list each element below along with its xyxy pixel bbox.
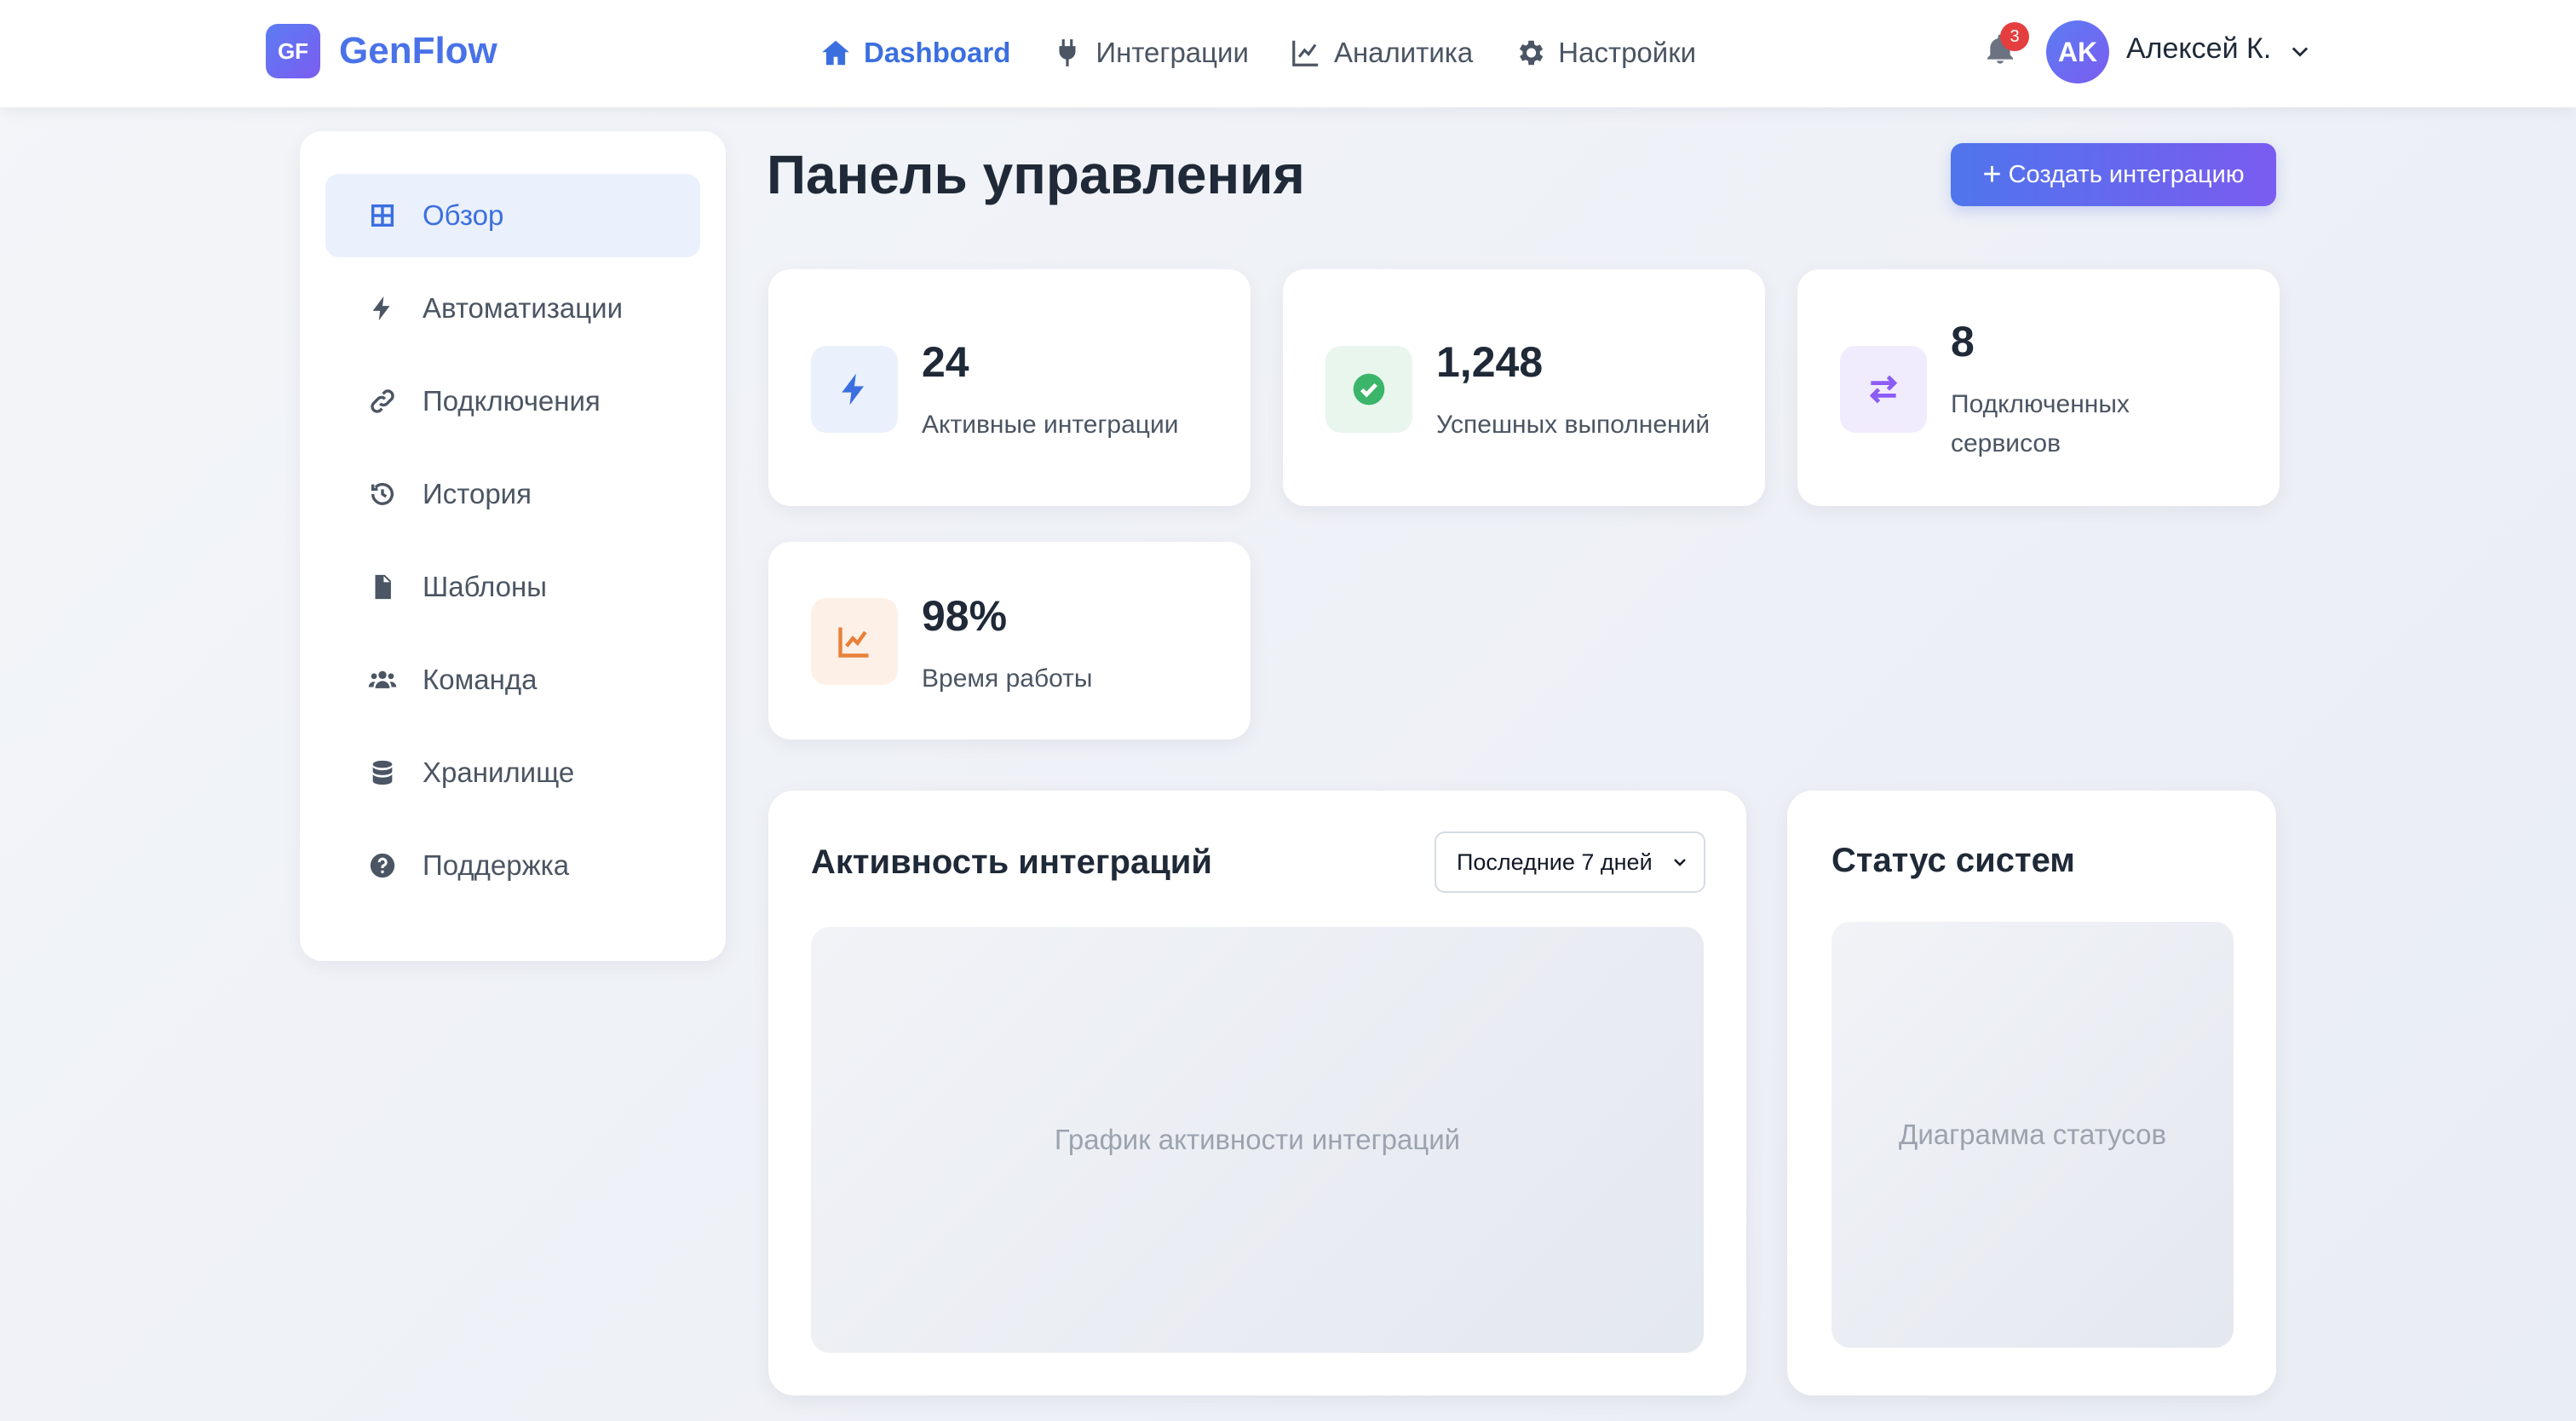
- sidebar-item-label: Обзор: [423, 199, 504, 231]
- stat-icon-box: [1325, 346, 1412, 433]
- nav-item-settings[interactable]: Настройки: [1514, 37, 1696, 69]
- chevron-down-icon[interactable]: [2288, 39, 2312, 63]
- sidebar-item-label: Команда: [423, 664, 538, 695]
- activity-panel: Активность интеграций Последние 7 дней Г…: [768, 791, 1746, 1395]
- sidebar-item-label: Автоматизации: [423, 292, 624, 324]
- stat-value: 8: [1951, 318, 1975, 365]
- status-chart-placeholder: Диаграмма статусов: [1831, 922, 2234, 1348]
- grid-icon: [371, 204, 394, 227]
- activity-title: Активность интеграций: [811, 843, 1212, 881]
- bolt-icon: [372, 296, 390, 321]
- stat-icon-box: [811, 598, 898, 685]
- database-icon: [372, 760, 393, 785]
- sidebar-item-connections[interactable]: Подключения: [325, 360, 700, 443]
- sidebar-item-label: Хранилище: [423, 757, 575, 788]
- stat-icon-box: [1840, 346, 1927, 433]
- nav-item-label: Настройки: [1558, 37, 1697, 68]
- stat-card-uptime: 98% Время работы: [768, 542, 1251, 739]
- chart-line-icon: [1292, 40, 1319, 66]
- sidebar-item-history[interactable]: История: [325, 452, 700, 536]
- nav-item-analytics[interactable]: Аналитика: [1290, 37, 1473, 69]
- chart-line-icon: [838, 627, 869, 658]
- sidebar-item-team[interactable]: Команда: [325, 638, 700, 722]
- stat-card-successful-runs: 1,248 Успешных выполнений: [1283, 269, 1765, 506]
- chevron-down-icon: [1674, 859, 1686, 866]
- brand-logo: GF: [266, 24, 320, 78]
- stat-icon-box: [811, 346, 898, 433]
- stat-label: Активные интеграции: [922, 411, 1179, 439]
- page-title: Панель управления: [767, 144, 1305, 205]
- activity-chart-placeholder: График активности интеграций: [811, 927, 1704, 1353]
- sidebar-item-label: Шаблоны: [423, 571, 547, 602]
- sidebar-item-storage[interactable]: Хранилище: [325, 731, 700, 814]
- nav-item-label: Интеграции: [1095, 37, 1249, 68]
- sidebar-item-label: Подключения: [423, 385, 601, 417]
- sidebar-item-automations[interactable]: Автоматизации: [325, 267, 700, 350]
- main-nav: Dashboard Интеграции Аналитика Настройки: [819, 29, 1737, 77]
- question-icon: [370, 853, 395, 878]
- document-icon: [375, 574, 391, 600]
- plus-icon: +: [1982, 157, 2002, 193]
- users-icon: [368, 670, 397, 688]
- nav-item-label: Dashboard: [864, 37, 1011, 68]
- create-integration-label: Создать интеграцию: [2008, 160, 2245, 188]
- sidebar-item-label: Поддержка: [423, 849, 570, 881]
- sidebar-item-templates[interactable]: Шаблоны: [325, 545, 700, 629]
- stat-value: 1,248: [1436, 338, 1544, 386]
- stat-label: Время работы: [922, 664, 1093, 693]
- sidebar: Обзор Автоматизации Подключения История …: [300, 131, 726, 961]
- home-icon: [822, 40, 849, 66]
- date-range-value: Последние 7 дней: [1457, 849, 1653, 875]
- nav-item-label: Аналитика: [1333, 37, 1474, 68]
- brand[interactable]: GF GenFlow: [266, 24, 497, 78]
- stat-card-connected-services: 8 Подключенных сервисов: [1797, 269, 2280, 506]
- stat-label: Подключенных сервисов: [1951, 390, 2130, 457]
- notifications-button[interactable]: 3: [1983, 22, 2029, 72]
- plug-icon: [1059, 39, 1076, 66]
- exchange-icon: [1869, 375, 1898, 404]
- sidebar-item-support[interactable]: Поддержка: [325, 824, 700, 907]
- notification-badge: 3: [2000, 22, 2029, 51]
- nav-item-dashboard[interactable]: Dashboard: [819, 37, 1010, 69]
- gear-icon: [1520, 40, 1544, 66]
- sidebar-item-overview[interactable]: Обзор: [325, 174, 700, 257]
- status-title: Статус систем: [1831, 842, 2075, 879]
- top-bar: GF GenFlow Dashboard Интеграции Аналитик…: [0, 0, 2576, 107]
- stat-label: Успешных выполнений: [1436, 411, 1711, 439]
- stat-value: 98%: [922, 592, 1008, 640]
- link-icon: [371, 389, 394, 413]
- user-name[interactable]: Алексей К.: [2126, 32, 2271, 66]
- history-icon: [371, 482, 394, 505]
- date-range-select[interactable]: Последние 7 дней: [1435, 831, 1705, 893]
- nav-item-integrations[interactable]: Интеграции: [1051, 37, 1249, 69]
- brand-name: GenFlow: [339, 30, 497, 72]
- stat-card-active-integrations: 24 Активные интеграции: [768, 269, 1251, 506]
- stat-value: 24: [922, 338, 969, 386]
- bolt-icon: [842, 373, 864, 406]
- avatar[interactable]: AK: [2046, 20, 2109, 83]
- sidebar-item-label: История: [423, 478, 532, 509]
- create-integration-button[interactable]: + Создать интеграцию: [1951, 143, 2276, 206]
- status-panel: Статус систем Диаграмма статусов: [1787, 791, 2276, 1395]
- check-circle-icon: [1353, 373, 1385, 406]
